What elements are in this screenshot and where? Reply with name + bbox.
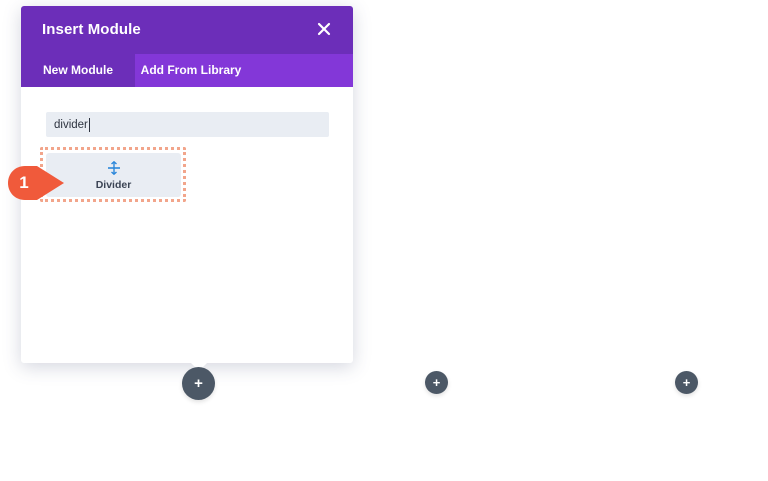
modal-title: Insert Module — [42, 21, 141, 38]
tab-add-from-library[interactable]: Add From Library — [135, 54, 247, 87]
modal-header: Insert Module — [21, 6, 353, 54]
builder-canvas: Insert Module New Module Add From Librar… — [0, 0, 768, 481]
text-caret — [88, 117, 90, 132]
step-badge: 1 — [7, 165, 65, 201]
add-module-button-1[interactable]: + — [182, 367, 215, 400]
step-number: 1 — [19, 173, 29, 192]
module-label: Divider — [95, 179, 132, 191]
add-module-button-2[interactable]: + — [425, 371, 448, 394]
tab-new-module[interactable]: New Module — [21, 54, 135, 87]
close-icon — [317, 22, 331, 36]
search-value: divider — [54, 118, 88, 131]
divider-icon — [108, 161, 120, 175]
module-divider-button[interactable]: Divider — [46, 153, 181, 197]
close-button[interactable] — [314, 19, 334, 39]
add-module-button-3[interactable]: + — [675, 371, 698, 394]
modal-tabs: New Module Add From Library — [21, 54, 353, 87]
insert-module-modal: Insert Module New Module Add From Librar… — [21, 6, 353, 371]
module-search-input[interactable]: divider — [46, 112, 329, 137]
